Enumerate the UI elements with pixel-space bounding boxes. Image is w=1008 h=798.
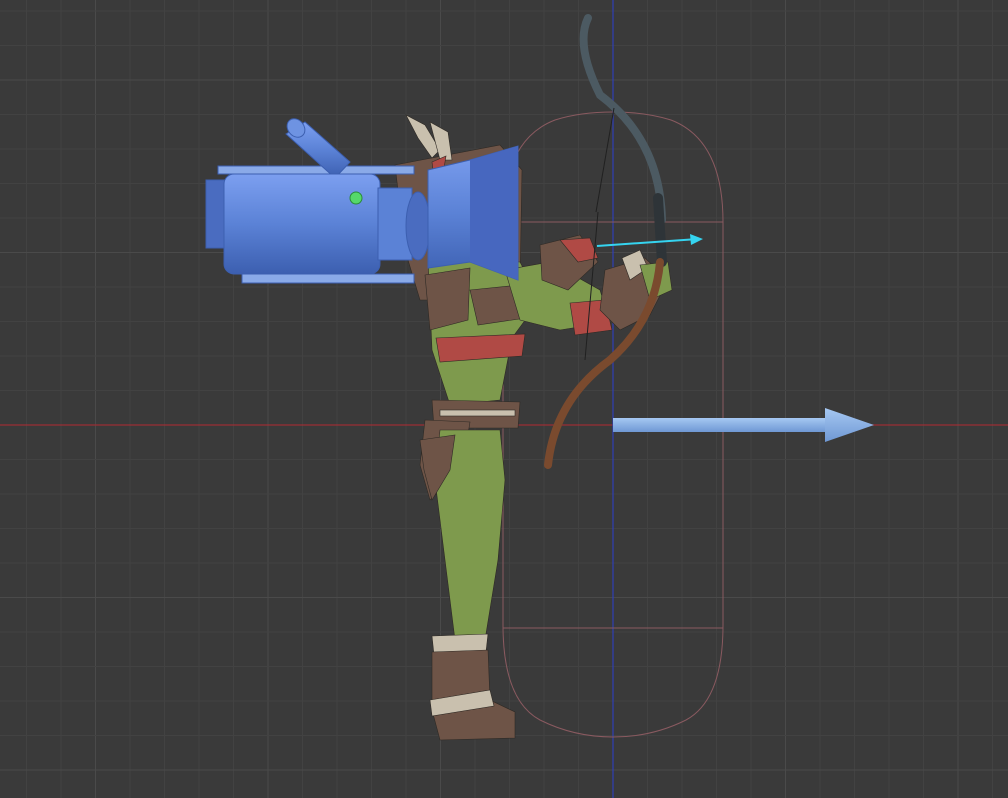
forward-direction-arrow-icon[interactable]: [613, 408, 874, 442]
camera-icon[interactable]: [205, 115, 519, 284]
viewport-grid: [0, 0, 1008, 798]
scene-canvas[interactable]: [0, 0, 1008, 798]
scene-viewport[interactable]: [0, 0, 1008, 798]
